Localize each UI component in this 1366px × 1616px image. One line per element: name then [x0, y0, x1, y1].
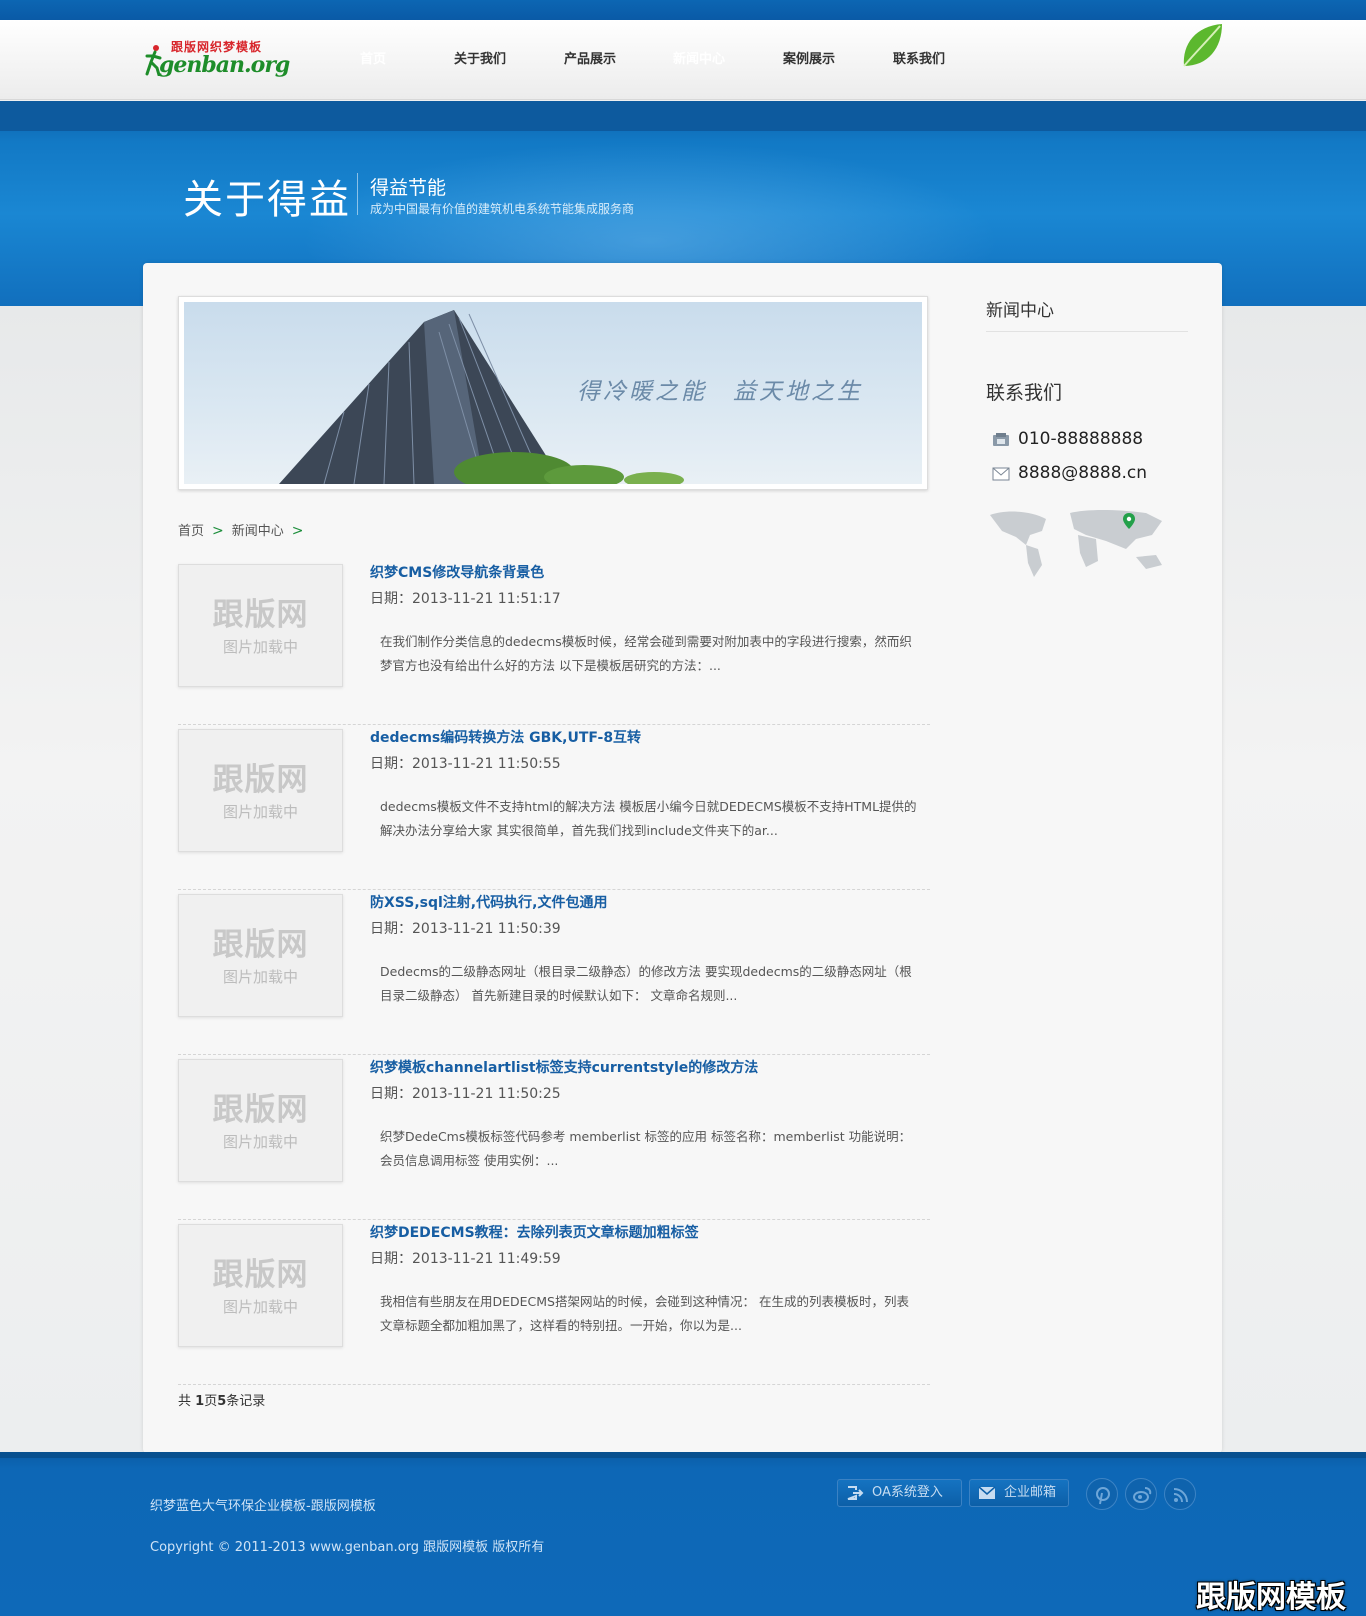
- main-navigation: 跟版网织梦模板 genban.org 首页 关于我们 产品展示 新闻中心 案例展…: [0, 20, 1366, 100]
- article-date: 日期：2013-11-21 11:49:59: [370, 1251, 561, 1267]
- article-date: 日期：2013-11-21 11:50:25: [370, 1086, 561, 1102]
- sidebar-news-heading[interactable]: 新闻中心: [986, 296, 1188, 332]
- breadcrumb-home[interactable]: 首页: [178, 524, 204, 539]
- oa-login-button[interactable]: OA系统登入: [837, 1479, 962, 1507]
- article-title[interactable]: dedecms编码转换方法 GBK,UTF-8互转: [370, 727, 641, 747]
- rss-button[interactable]: [1164, 1478, 1196, 1510]
- list-item: 跟版网图片加载中 dedecms编码转换方法 GBK,UTF-8互转 日期：20…: [178, 725, 930, 890]
- breadcrumb-news[interactable]: 新闻中心: [232, 524, 284, 539]
- list-item: 跟版网图片加载中 织梦CMS修改导航条背景色 日期：2013-11-21 11:…: [178, 560, 930, 725]
- banner-tagline: 成为中国最有价值的建筑机电系统节能集成服务商: [370, 202, 635, 216]
- article-summary: 我相信有些朋友在用DEDECMS搭架网站的时候，会碰到这种情况： 在生成的列表模…: [380, 1294, 909, 1333]
- nav-item-label: 首页: [359, 52, 386, 67]
- banner-subtitle: 得益节能: [370, 177, 447, 199]
- weibo-share-button[interactable]: [1125, 1478, 1157, 1510]
- site-logo[interactable]: 跟版网织梦模板 genban.org: [145, 38, 290, 84]
- article-title[interactable]: 织梦DEDECMS教程：去除列表页文章标题加粗标签: [370, 1222, 699, 1242]
- nav-item-about[interactable]: 关于我们: [425, 20, 535, 100]
- nav-item-label: 案例展示: [782, 52, 835, 67]
- login-icon: [847, 1486, 864, 1500]
- pagination-prefix: 共: [178, 1394, 196, 1409]
- pagination-info: 共 1页5条记录: [178, 1390, 265, 1409]
- nav-item-cases[interactable]: 案例展示: [754, 20, 864, 100]
- article-title[interactable]: 织梦模板channelartlist标签支持currentstyle的修改方法: [370, 1057, 758, 1077]
- contact-phone: 010-88888888: [986, 423, 1188, 457]
- article-title[interactable]: 防XSS,sql注射,代码执行,文件包通用: [370, 892, 607, 912]
- sidebar: 新闻中心 联系我们 010-88888888 8888@8888.cn: [986, 296, 1188, 491]
- building-photo: 得冷暖之能 益天地之生: [184, 302, 922, 484]
- corporate-mail-label: 企业邮箱: [1004, 1485, 1057, 1500]
- weibo-icon: [1133, 1487, 1152, 1503]
- article-list: 跟版网 图片加载中 织梦CMS修改导航条背景色 日期：2013-11-21 11:…: [178, 560, 930, 1385]
- pagination-records: 5: [217, 1394, 227, 1409]
- pinterest-icon: [1096, 1487, 1110, 1505]
- pagination-mid: 页: [204, 1394, 218, 1409]
- breadcrumb-separator: >: [291, 523, 304, 539]
- phone-icon: [993, 433, 1009, 446]
- email-address[interactable]: 8888@8888.cn: [1018, 463, 1147, 483]
- thumb-brand: 跟版网: [212, 597, 309, 633]
- nav-item-contact[interactable]: 联系我们: [864, 20, 974, 100]
- nav-item-label: 产品展示: [563, 52, 616, 67]
- article-thumbnail[interactable]: 跟版网 图片加载中: [178, 894, 343, 1017]
- nav-item-label: 关于我们: [453, 52, 506, 67]
- pagination-suffix: 条记录: [226, 1394, 266, 1409]
- breadcrumb: 首页 > 新闻中心 >: [178, 520, 312, 539]
- rss-icon: [1173, 1488, 1188, 1503]
- phone-number: 010-88888888: [1018, 429, 1144, 449]
- nav-item-label: 联系我们: [892, 52, 945, 67]
- contact-email: 8888@8888.cn: [986, 457, 1188, 491]
- article-title[interactable]: 织梦CMS修改导航条背景色: [370, 562, 544, 582]
- banner-stripe: [0, 101, 1366, 131]
- footer-copyright: Copyright © 2011-2013 www.genban.org 跟版网…: [150, 1540, 545, 1555]
- article-thumbnail[interactable]: 跟版网 图片加载中: [178, 564, 343, 687]
- mail-icon: [992, 467, 1010, 481]
- leaf-decoration-icon: [1183, 24, 1222, 67]
- top-accent-bar: [0, 0, 1366, 20]
- article-summary: 织梦DedeCms模板标签代码参考 memberlist 标签的应用 标签名称：…: [380, 1129, 912, 1168]
- thumb-brand: 跟版网: [212, 927, 309, 963]
- hero-slogan: 得冷暖之能 益天地之生: [577, 379, 863, 405]
- nav-item-news[interactable]: 新闻中心: [644, 20, 754, 100]
- thumb-brand: 跟版网: [212, 762, 309, 798]
- article-thumbnail[interactable]: 跟版网 图片加载中: [178, 729, 343, 852]
- article-thumbnail[interactable]: 跟版网 图片加载中: [178, 1059, 343, 1182]
- logo-english-text: genban.org: [159, 52, 290, 78]
- article-summary: Dedecms的二级静态网址（根目录二级静态）的修改方法 要实现dedecms的…: [380, 964, 912, 1003]
- footer-top-bar: [0, 1452, 1366, 1458]
- watermark: 跟版网模板: [1196, 1580, 1346, 1615]
- article-thumbnail[interactable]: 跟版网 图片加载中: [178, 1224, 343, 1347]
- list-item: 跟版网图片加载中 防XSS,sql注射,代码执行,文件包通用 日期：2013-1…: [178, 890, 930, 1055]
- article-date: 日期：2013-11-21 11:50:39: [370, 921, 561, 937]
- thumb-loading: 图片加载中: [222, 1298, 298, 1316]
- article-date: 日期：2013-11-21 11:50:55: [370, 756, 561, 772]
- pagination-pages: 1: [195, 1394, 205, 1409]
- banner-divider: [357, 173, 358, 215]
- thumb-loading: 图片加载中: [222, 638, 298, 656]
- thumb-brand: 跟版网: [212, 1257, 309, 1293]
- hero-image: 得冷暖之能 益天地之生: [178, 296, 928, 490]
- breadcrumb-separator: >: [212, 523, 224, 539]
- thumb-loading: 图片加载中: [222, 1133, 298, 1151]
- footer-site-name: 织梦蓝色大气环保企业模板-跟版网模板: [150, 1499, 376, 1514]
- banner-title: 关于得益: [183, 177, 351, 223]
- sidebar-contact-heading: 联系我们: [986, 382, 1063, 404]
- article-summary: 在我们制作分类信息的dedecms模板时候，经常会碰到需要对附加表中的字段进行搜…: [380, 634, 912, 673]
- thumb-brand: 跟版网: [212, 1092, 309, 1128]
- corporate-mail-button[interactable]: 企业邮箱: [969, 1479, 1069, 1507]
- thumb-loading: 图片加载中: [222, 803, 298, 821]
- nav-item-products[interactable]: 产品展示: [535, 20, 645, 100]
- list-item: 跟版网图片加载中 织梦DEDECMS教程：去除列表页文章标题加粗标签 日期：20…: [178, 1220, 930, 1385]
- list-item: 跟版网图片加载中 织梦模板channelartlist标签支持currentst…: [178, 1055, 930, 1220]
- article-date: 日期：2013-11-21 11:51:17: [370, 591, 561, 607]
- envelope-icon: [978, 1486, 996, 1499]
- nav-item-home[interactable]: 首页: [318, 20, 428, 100]
- world-map: [990, 510, 1162, 577]
- qq-share-button[interactable]: [1086, 1478, 1118, 1510]
- footer: 织梦蓝色大气环保企业模板-跟版网模板 Copyright © 2011-2013…: [0, 1452, 1366, 1616]
- article-summary: dedecms模板文件不支持html的解决方法 模板居小编今日就DEDECMS模…: [380, 799, 917, 838]
- oa-login-label: OA系统登入: [872, 1485, 943, 1500]
- nav-item-label: 新闻中心: [672, 52, 725, 67]
- thumb-loading: 图片加载中: [222, 968, 298, 986]
